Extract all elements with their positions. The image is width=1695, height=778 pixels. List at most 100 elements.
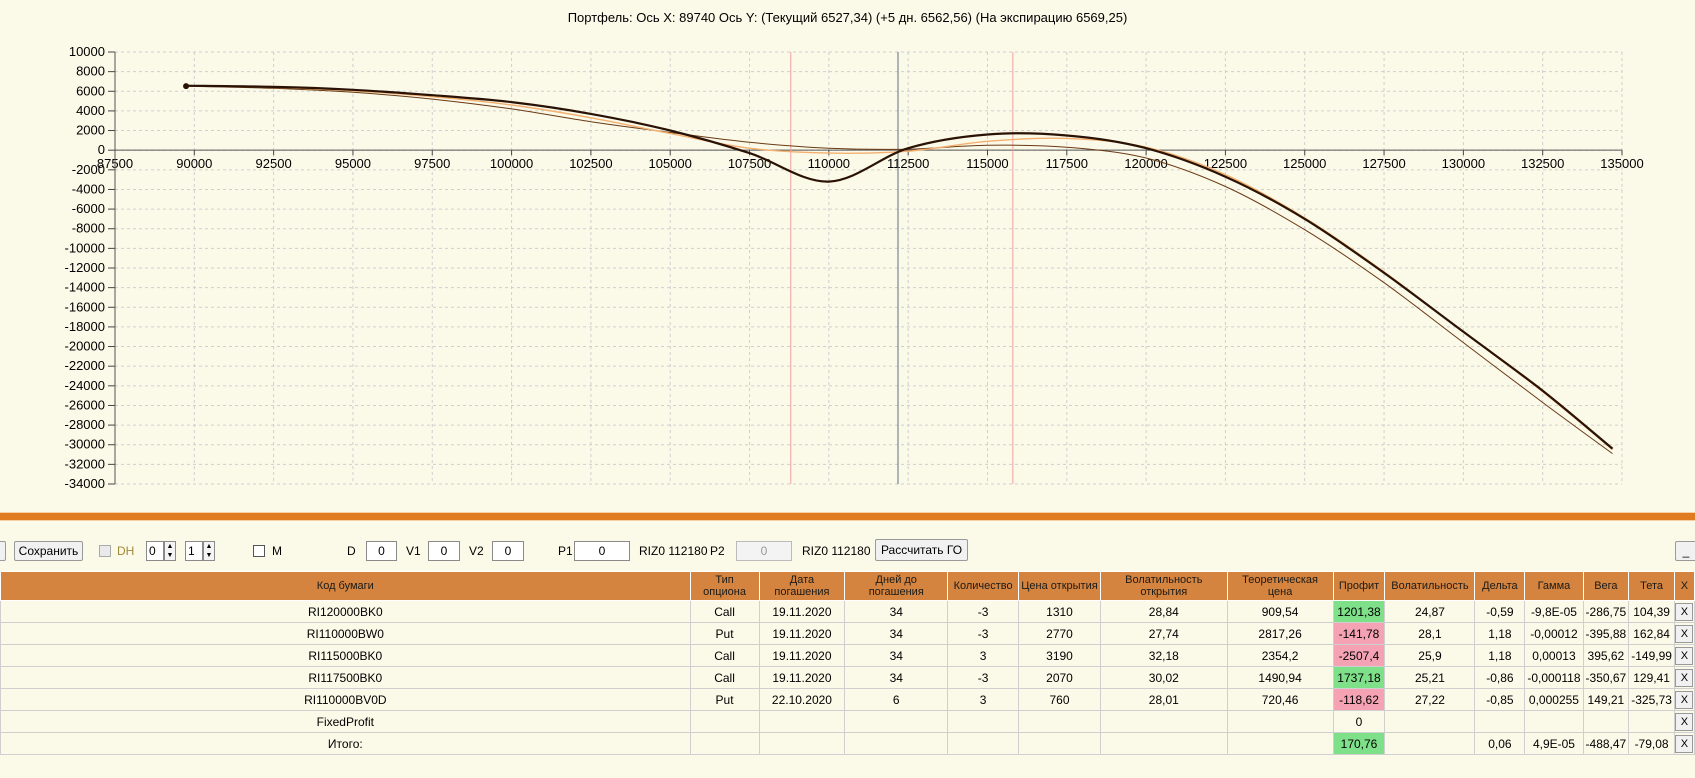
cell-type[interactable]: Put [689, 688, 760, 711]
col-header-delta[interactable]: Дельта [1474, 571, 1526, 601]
cell-theo-price[interactable] [1226, 710, 1334, 733]
table-row[interactable]: FixedProfit 0 X [0, 710, 1695, 733]
cell-open-price[interactable] [1018, 732, 1101, 755]
col-header-code[interactable]: Код бумаги [0, 571, 691, 601]
cell-delta[interactable]: -0,59 [1474, 600, 1526, 623]
cell-qty[interactable]: -3 [947, 600, 1020, 623]
cell-gamma[interactable]: -0,000118 [1524, 666, 1584, 689]
cell-theta[interactable]: 162,84 [1628, 622, 1675, 645]
cell-open-vol[interactable] [1099, 710, 1228, 733]
table-row[interactable]: RI115000BK0 Call 19.11.2020 34 3 3190 32,18 235… [0, 644, 1695, 667]
cell-code[interactable]: FixedProfit [0, 710, 691, 733]
cell-delta[interactable]: 1,18 [1474, 644, 1526, 667]
cell-vol[interactable]: 25,9 [1384, 644, 1476, 667]
cell-type[interactable] [689, 710, 760, 733]
cell-type[interactable]: Call [689, 644, 760, 667]
delete-row-button[interactable]: X [1675, 602, 1694, 621]
cell-qty[interactable]: 3 [947, 644, 1020, 667]
table-row[interactable]: RI110000BW0 Put 19.11.2020 34 -3 2770 27,74 281… [0, 622, 1695, 645]
cell-open-price[interactable] [1018, 710, 1101, 733]
delete-row-button[interactable]: X [1675, 646, 1694, 665]
panel-splitter[interactable] [0, 512, 1695, 521]
delete-row-button[interactable]: X [1675, 668, 1694, 687]
cell-days[interactable]: 6 [844, 688, 949, 711]
cell-open-vol[interactable]: 27,74 [1099, 622, 1228, 645]
minimize-button[interactable]: _ [1675, 541, 1695, 561]
cell-open-vol[interactable] [1099, 732, 1228, 755]
col-header-vol[interactable]: Волатильность [1384, 571, 1476, 601]
cell-days[interactable]: 34 [844, 644, 949, 667]
cell-profit[interactable]: -141,78 [1332, 622, 1386, 645]
cell-qty[interactable] [947, 732, 1020, 755]
cell-expiry[interactable] [758, 710, 846, 733]
d-input[interactable]: 0 [366, 541, 397, 561]
cell-days[interactable]: 34 [844, 666, 949, 689]
col-header-type[interactable]: Тип опциона [689, 571, 760, 601]
cell-open-vol[interactable]: 28,84 [1099, 600, 1228, 623]
cell-qty[interactable]: -3 [947, 666, 1020, 689]
col-header-profit[interactable]: Профит [1332, 571, 1386, 601]
cell-theta[interactable]: -79,08 [1628, 732, 1675, 755]
cell-expiry[interactable]: 19.11.2020 [758, 600, 846, 623]
m-checkbox[interactable] [253, 545, 265, 557]
cell-theo-price[interactable]: 2817,26 [1226, 622, 1334, 645]
delete-row-button[interactable]: X [1675, 734, 1694, 753]
cell-vol[interactable] [1384, 710, 1476, 733]
cell-code[interactable]: RI110000BV0D [0, 688, 691, 711]
spin2-arrows-icon[interactable]: ▲ ▼ [203, 541, 215, 561]
cell-profit[interactable]: 1737,18 [1332, 666, 1386, 689]
cell-type[interactable]: Put [689, 622, 760, 645]
spin1-arrows-icon[interactable]: ▲ ▼ [164, 541, 176, 561]
p1-input[interactable]: 0 [574, 541, 630, 561]
cell-vol[interactable]: 24,87 [1384, 600, 1476, 623]
cell-open-vol[interactable]: 28,01 [1099, 688, 1228, 711]
cell-qty[interactable]: -3 [947, 622, 1020, 645]
p2-input[interactable]: 0 [736, 541, 792, 561]
cell-vega[interactable]: -395,88 [1582, 622, 1630, 645]
cell-code[interactable]: Итого: [0, 732, 691, 755]
table-row[interactable]: RI120000BK0 Call 19.11.2020 34 -3 1310 28,84 90… [0, 600, 1695, 623]
col-header-open-price[interactable]: Цена открытия [1018, 571, 1101, 601]
cell-profit[interactable]: -2507,4 [1332, 644, 1386, 667]
cell-days[interactable]: 34 [844, 600, 949, 623]
delete-row-button[interactable]: X [1675, 690, 1694, 709]
cell-delta[interactable]: 0,06 [1474, 732, 1526, 755]
dh-checkbox[interactable] [99, 545, 111, 557]
cell-qty[interactable]: 3 [947, 688, 1020, 711]
cell-expiry[interactable]: 22.10.2020 [758, 688, 846, 711]
cell-type[interactable]: Call [689, 600, 760, 623]
cell-vega[interactable]: -488,47 [1582, 732, 1630, 755]
cell-theta[interactable]: -149,99 [1628, 644, 1675, 667]
cell-vol[interactable]: 25,21 [1384, 666, 1476, 689]
cell-profit[interactable]: 1201,38 [1332, 600, 1386, 623]
cell-vol[interactable]: 28,1 [1384, 622, 1476, 645]
delete-row-button[interactable]: X [1675, 712, 1694, 731]
cell-code[interactable]: RI117500BK0 [0, 666, 691, 689]
cell-vol[interactable]: 27,22 [1384, 688, 1476, 711]
col-header-theo-price[interactable]: Теоретическая цена [1226, 571, 1334, 601]
cell-vol[interactable] [1384, 732, 1476, 755]
col-header-gamma[interactable]: Гамма [1524, 571, 1584, 601]
cell-gamma[interactable]: -9,8E-05 [1524, 600, 1584, 623]
cell-gamma[interactable] [1524, 710, 1584, 733]
cell-theo-price[interactable]: 720,46 [1226, 688, 1334, 711]
table-row[interactable]: RI117500BK0 Call 19.11.2020 34 -3 2070 30,02 14… [0, 666, 1695, 689]
col-header-expiry[interactable]: Дата погашения [758, 571, 846, 601]
cell-expiry[interactable]: 19.11.2020 [758, 644, 846, 667]
calc-go-button[interactable]: Рассчитать ГО [875, 539, 968, 561]
cell-open-price[interactable]: 3190 [1018, 644, 1101, 667]
cell-vega[interactable]: -350,67 [1582, 666, 1630, 689]
cell-theo-price[interactable]: 1490,94 [1226, 666, 1334, 689]
cell-profit[interactable]: 170,76 [1332, 732, 1386, 755]
cell-theo-price[interactable] [1226, 732, 1334, 755]
delete-row-button[interactable]: X [1675, 624, 1694, 643]
cell-theta[interactable] [1628, 710, 1675, 733]
table-row[interactable]: RI110000BV0D Put 22.10.2020 6 3 760 28,01 720,4… [0, 688, 1695, 711]
spin1-input[interactable]: 0 [146, 541, 164, 561]
col-header-days[interactable]: Дней до погашения [844, 571, 949, 601]
cell-open-price[interactable]: 2770 [1018, 622, 1101, 645]
cell-type[interactable] [689, 732, 760, 755]
cell-days[interactable] [844, 732, 949, 755]
cell-gamma[interactable]: -0,00012 [1524, 622, 1584, 645]
left-edge-button[interactable] [0, 541, 6, 561]
